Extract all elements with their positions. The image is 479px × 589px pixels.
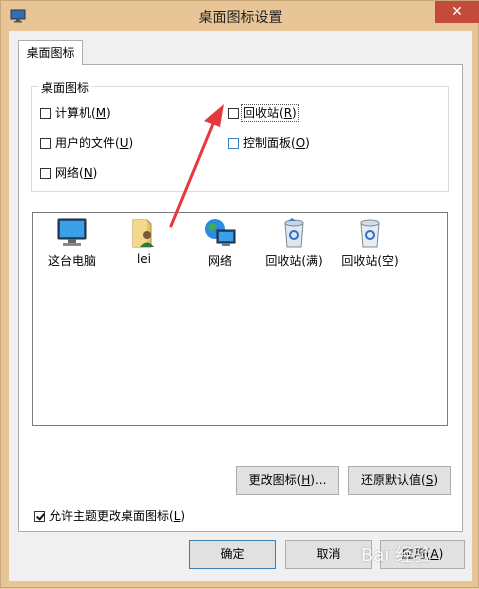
icon-label: lei [136,252,152,266]
allow-themes-checkbox[interactable]: 允许主题更改桌面图标(L) [34,508,185,524]
change-icon-button[interactable]: 更改图标(H)... [236,466,339,495]
user-folder-icon [132,219,154,248]
icon-label: 回收站(空) [341,254,399,268]
recycle-bin-checkbox-box[interactable] [228,108,239,119]
icon-list[interactable]: 这台电脑 lei 网络 回收站(满) 回收站(空) [32,212,448,426]
group-title: 桌面图标 [38,79,93,96]
recycle-bin-full-icon [284,218,304,248]
list-item[interactable]: 这台电脑 [37,217,107,269]
desktop-icon-settings-window: 桌面图标设置 ✕ 桌面图标 桌面图标 计算机(M) 回收站(R) 用户的文件(U… [0,0,479,588]
user-files-checkbox-box[interactable] [40,138,51,149]
restore-default-button[interactable]: 还原默认值(S) [348,466,451,495]
cancel-button[interactable]: 取消 [285,540,372,569]
recycle-bin-checkbox[interactable]: 回收站(R) [228,104,299,122]
desktop-icons-group: 桌面图标 计算机(M) 回收站(R) 用户的文件(U) 控制面板(O) 网络(N… [31,79,449,192]
icon-label: 这台电脑 [47,254,96,268]
list-item[interactable]: 网络 [185,217,255,269]
list-item[interactable]: 回收站(空) [335,217,405,269]
control-panel-checkbox-box[interactable] [228,138,239,149]
tab-desktop-icons[interactable]: 桌面图标 [18,40,83,65]
recycle-bin-empty-icon [360,219,380,248]
list-item[interactable]: lei [109,217,179,266]
icon-label: 网络 [207,254,232,268]
network-icon [205,219,236,246]
close-icon: ✕ [451,4,463,20]
tab-panel: 桌面图标 计算机(M) 回收站(R) 用户的文件(U) 控制面板(O) 网络(N… [18,64,463,532]
close-button[interactable]: ✕ [435,1,479,23]
recycle-bin-label: 回收站(R) [241,104,299,122]
list-item[interactable]: 回收站(满) [259,217,329,269]
user-files-checkbox[interactable]: 用户的文件(U) [40,135,133,151]
watermark: Bai 经验 [361,545,432,566]
title-bar[interactable]: 桌面图标设置 ✕ [1,1,479,31]
computer-checkbox[interactable]: 计算机(M) [40,105,111,121]
ok-button[interactable]: 确定 [189,540,276,569]
allow-themes-checkbox-box[interactable] [34,511,45,522]
network-checkbox[interactable]: 网络(N) [40,165,97,181]
window-title: 桌面图标设置 [198,10,283,26]
network-checkbox-box[interactable] [40,168,51,179]
control-panel-checkbox[interactable]: 控制面板(O) [228,135,310,151]
icon-label: 回收站(满) [265,254,323,268]
dialog-client-area: 桌面图标 桌面图标 计算机(M) 回收站(R) 用户的文件(U) 控制面板(O)… [9,31,472,581]
computer-icon [57,218,87,246]
computer-checkbox-box[interactable] [40,108,51,119]
